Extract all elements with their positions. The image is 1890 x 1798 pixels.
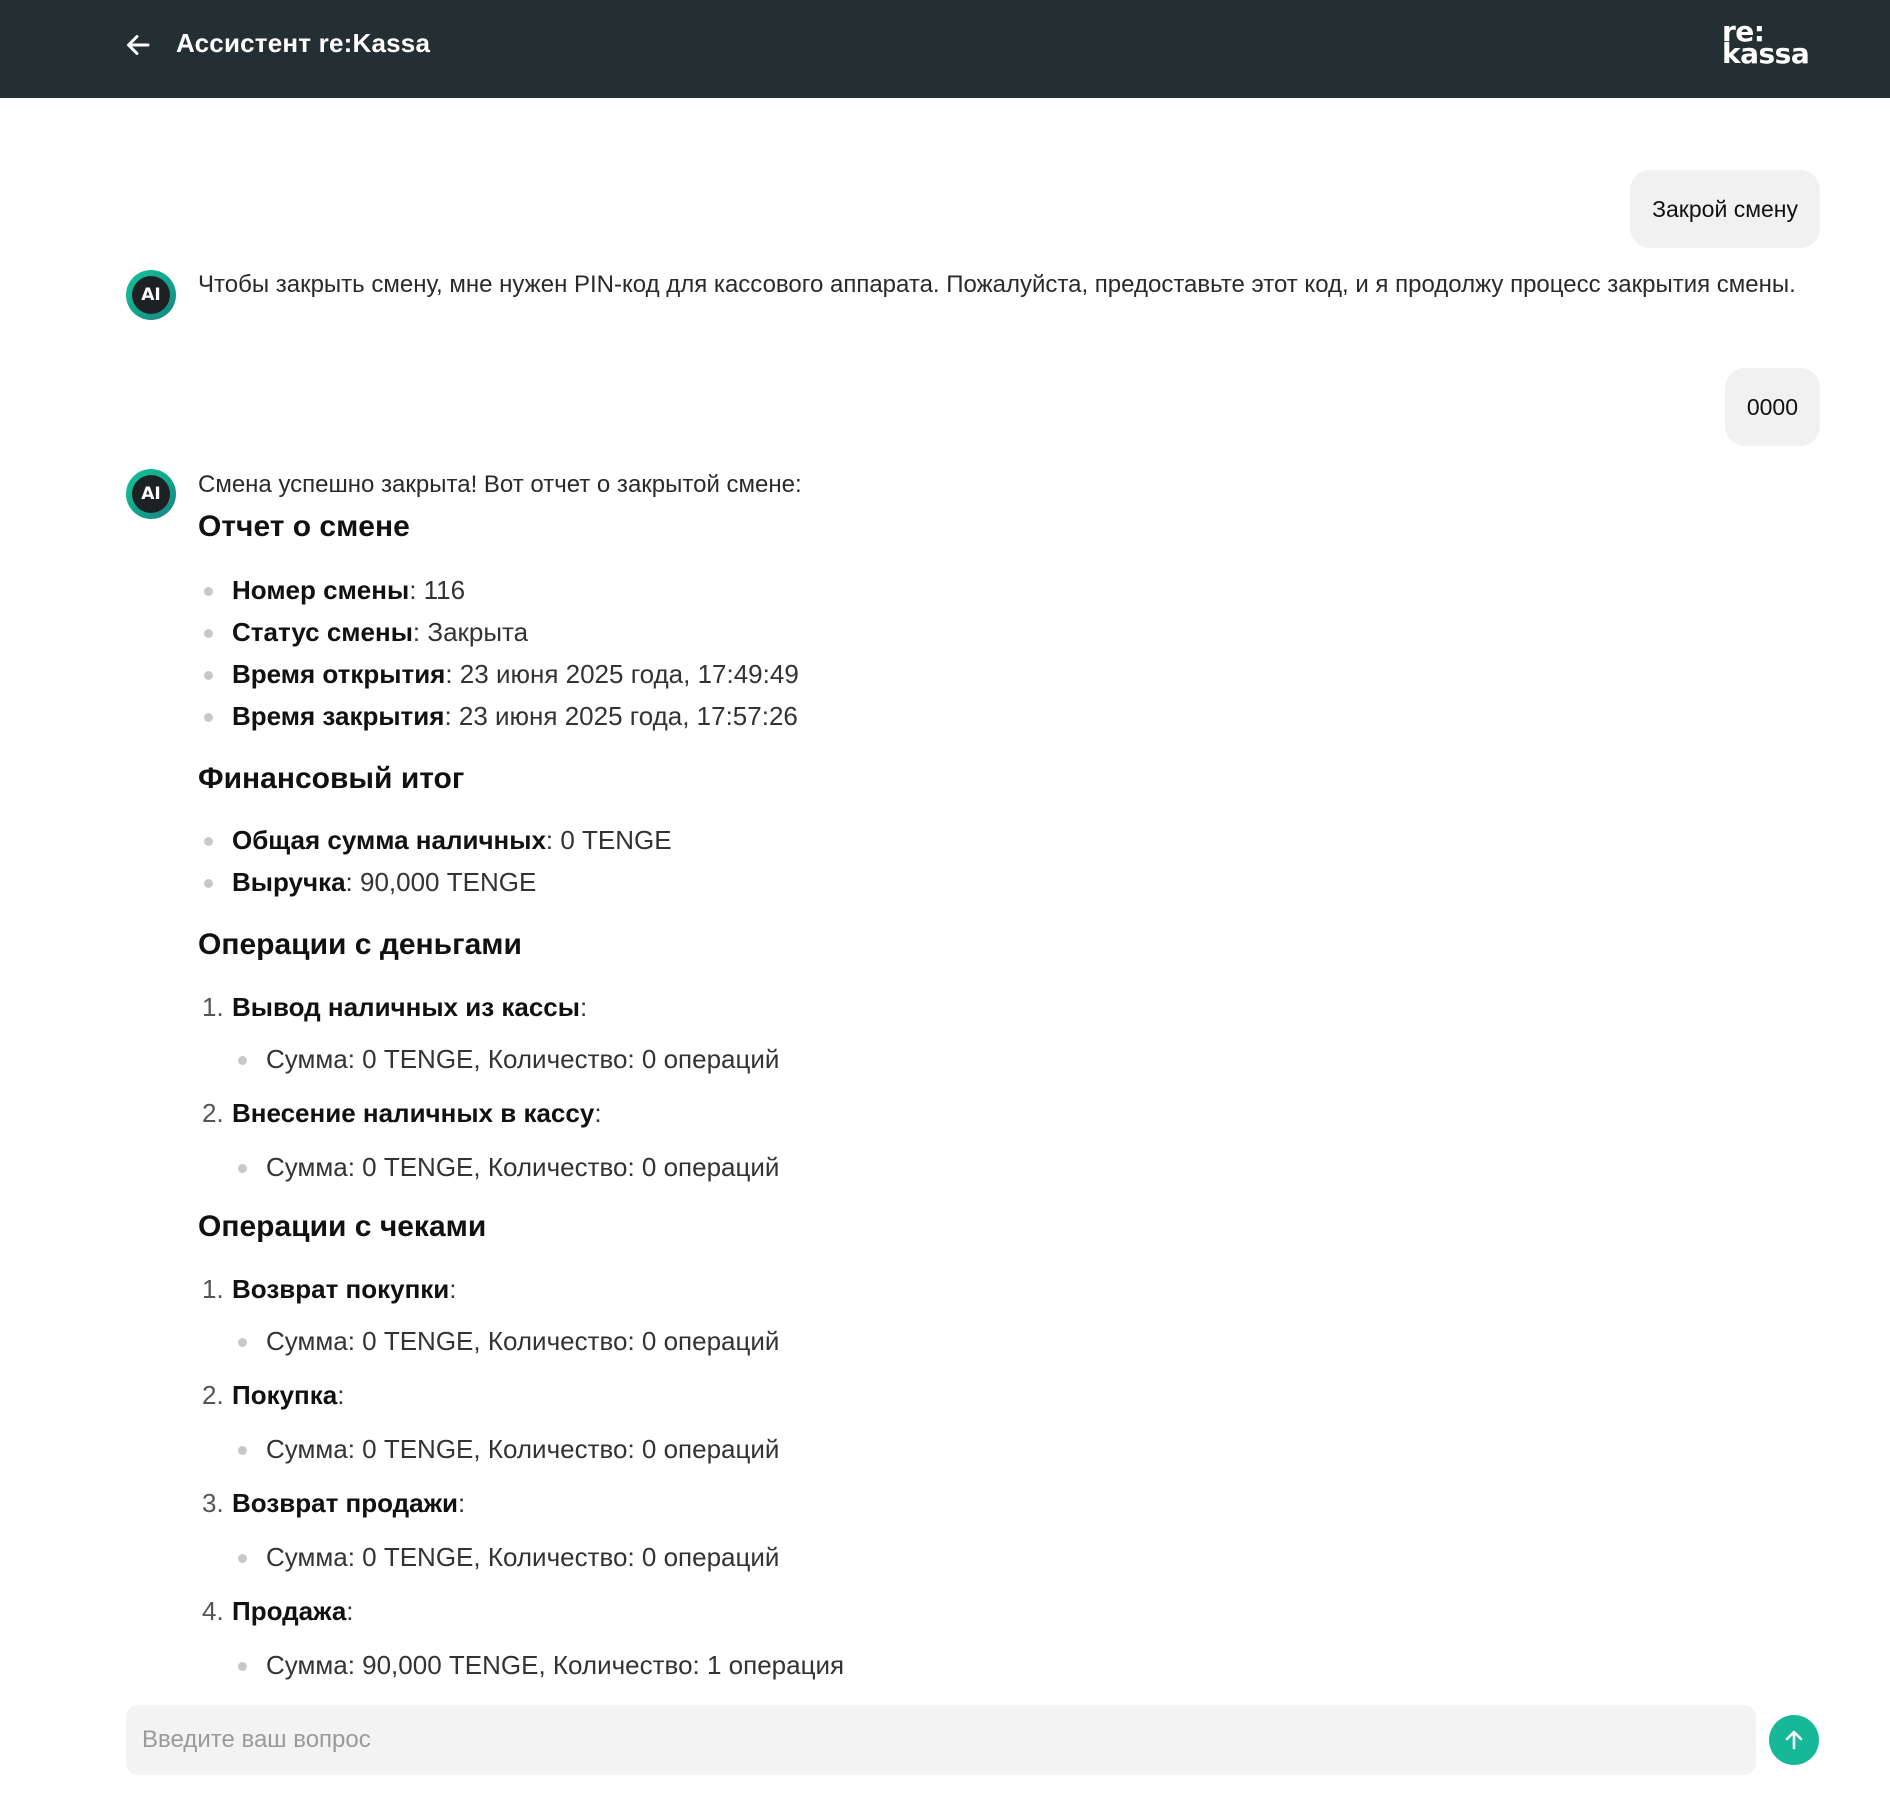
- list-item: Время открытия: 23 июня 2025 года, 17:49…: [198, 653, 1798, 695]
- user-message: 0000: [1724, 368, 1820, 446]
- list-item: Общая сумма наличных: 0 TENGE: [198, 819, 1798, 861]
- list-item-detail: Сумма: 90,000 TENGE, Количество: 1 опера…: [198, 1645, 1798, 1685]
- list-item: Время закрытия: 23 июня 2025 года, 17:57…: [198, 695, 1798, 737]
- list-item-detail: Сумма: 0 TENGE, Количество: 0 операций: [198, 1429, 1798, 1469]
- shift-details-list: Номер смены: 116 Статус смены: Закрыта В…: [198, 569, 1798, 737]
- ai-avatar-label: AI: [132, 475, 170, 513]
- list-item: 2. Внесение наличных в кассу:: [202, 1098, 602, 1128]
- list-item-detail: Сумма: 0 TENGE, Количество: 0 операций: [198, 1039, 1798, 1079]
- send-button[interactable]: [1769, 1715, 1819, 1765]
- list-item-detail: Сумма: 0 TENGE, Количество: 0 операций: [198, 1321, 1798, 1361]
- money-ops-heading: Операции с деньгами: [198, 928, 522, 961]
- money-ops-list: 1. Вывод наличных из кассы: Сумма: 0 TENG…: [198, 987, 1798, 1187]
- list-item: 3. Возврат продажи:: [202, 1488, 466, 1518]
- list-item: Статус смены: Закрыта: [198, 611, 1798, 653]
- list-item: 4. Продажа:: [202, 1596, 354, 1626]
- list-item: 2. Покупка:: [202, 1380, 345, 1410]
- app-header: Ассистент re:Kassa re: kassa: [0, 0, 1890, 98]
- user-message: Закрой смену: [1630, 170, 1820, 248]
- page-title: Ассистент re:Kassa: [176, 28, 431, 58]
- report-heading: Отчет о смене: [198, 510, 410, 543]
- list-item-detail: Сумма: 0 TENGE, Количество: 0 операций: [198, 1537, 1798, 1577]
- list-item: Выручка: 90,000 TENGE: [198, 861, 1798, 903]
- chat-area[interactable]: Закрой смену AI Чтобы закрыть смену, мне…: [0, 98, 1890, 1700]
- footer-disclaimer-cutoff: [0, 1785, 1890, 1798]
- checks-ops-list: 1. Возврат покупки: Сумма: 0 TENGE, Колич…: [198, 1269, 1798, 1685]
- ai-avatar: AI: [126, 270, 176, 320]
- finance-list: Общая сумма наличных: 0 TENGE Выручка: 9…: [198, 819, 1798, 903]
- rekassa-logo: re: kassa: [1720, 18, 1820, 80]
- list-item: 1. Возврат покупки:: [202, 1274, 457, 1304]
- list-item: Номер смены: 116: [198, 569, 1798, 611]
- list-item-detail: Сумма: 0 TENGE, Количество: 0 операций: [198, 1147, 1798, 1187]
- shift-report: Отчет о смене Номер смены: 116 Статус см…: [198, 471, 1798, 1685]
- question-input[interactable]: [126, 1705, 1756, 1775]
- ai-avatar: AI: [126, 469, 176, 519]
- checks-ops-heading: Операции с чеками: [198, 1210, 487, 1243]
- scroll-fade: [0, 1690, 1890, 1704]
- finance-heading: Финансовый итог: [198, 762, 465, 795]
- arrow-up-icon: [1785, 1730, 1803, 1750]
- list-item: 1. Вывод наличных из кассы:: [202, 992, 588, 1022]
- assistant-message: Чтобы закрыть смену, мне нужен PIN-код д…: [198, 271, 1796, 298]
- back-arrow-icon[interactable]: [120, 27, 156, 63]
- logo-line-2: kassa: [1722, 37, 1810, 70]
- ai-avatar-label: AI: [132, 276, 170, 314]
